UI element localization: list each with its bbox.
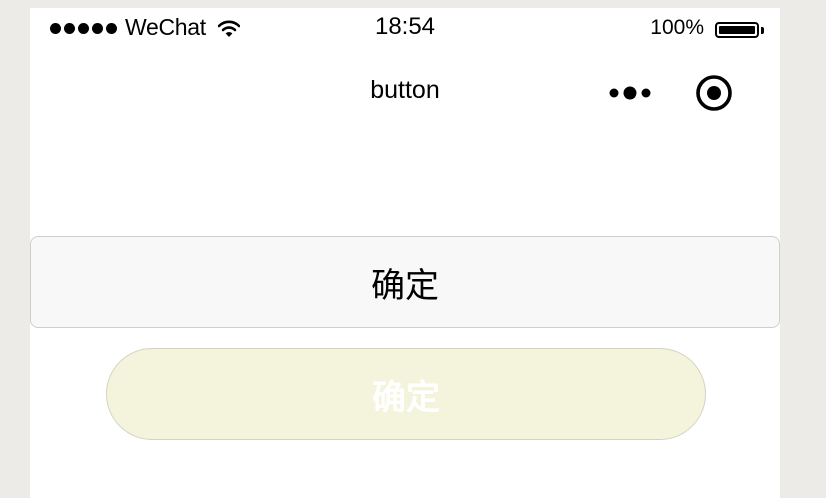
status-bar: WeChat 18:54 100% (30, 8, 780, 48)
battery-tip (761, 27, 764, 34)
battery-icon (715, 22, 759, 38)
more-dots-icon[interactable] (605, 82, 655, 104)
capsule-close-icon[interactable] (694, 73, 734, 113)
disabled-confirm-button: 确定 (106, 348, 706, 440)
battery-percentage: 100% (650, 16, 704, 39)
confirm-button[interactable]: 确定 (30, 236, 780, 328)
page-title: button (370, 76, 440, 104)
phone-screen: WeChat 18:54 100% button 确定 确定 (30, 8, 780, 498)
navigation-bar: button (30, 62, 780, 122)
battery-fill (719, 26, 755, 34)
